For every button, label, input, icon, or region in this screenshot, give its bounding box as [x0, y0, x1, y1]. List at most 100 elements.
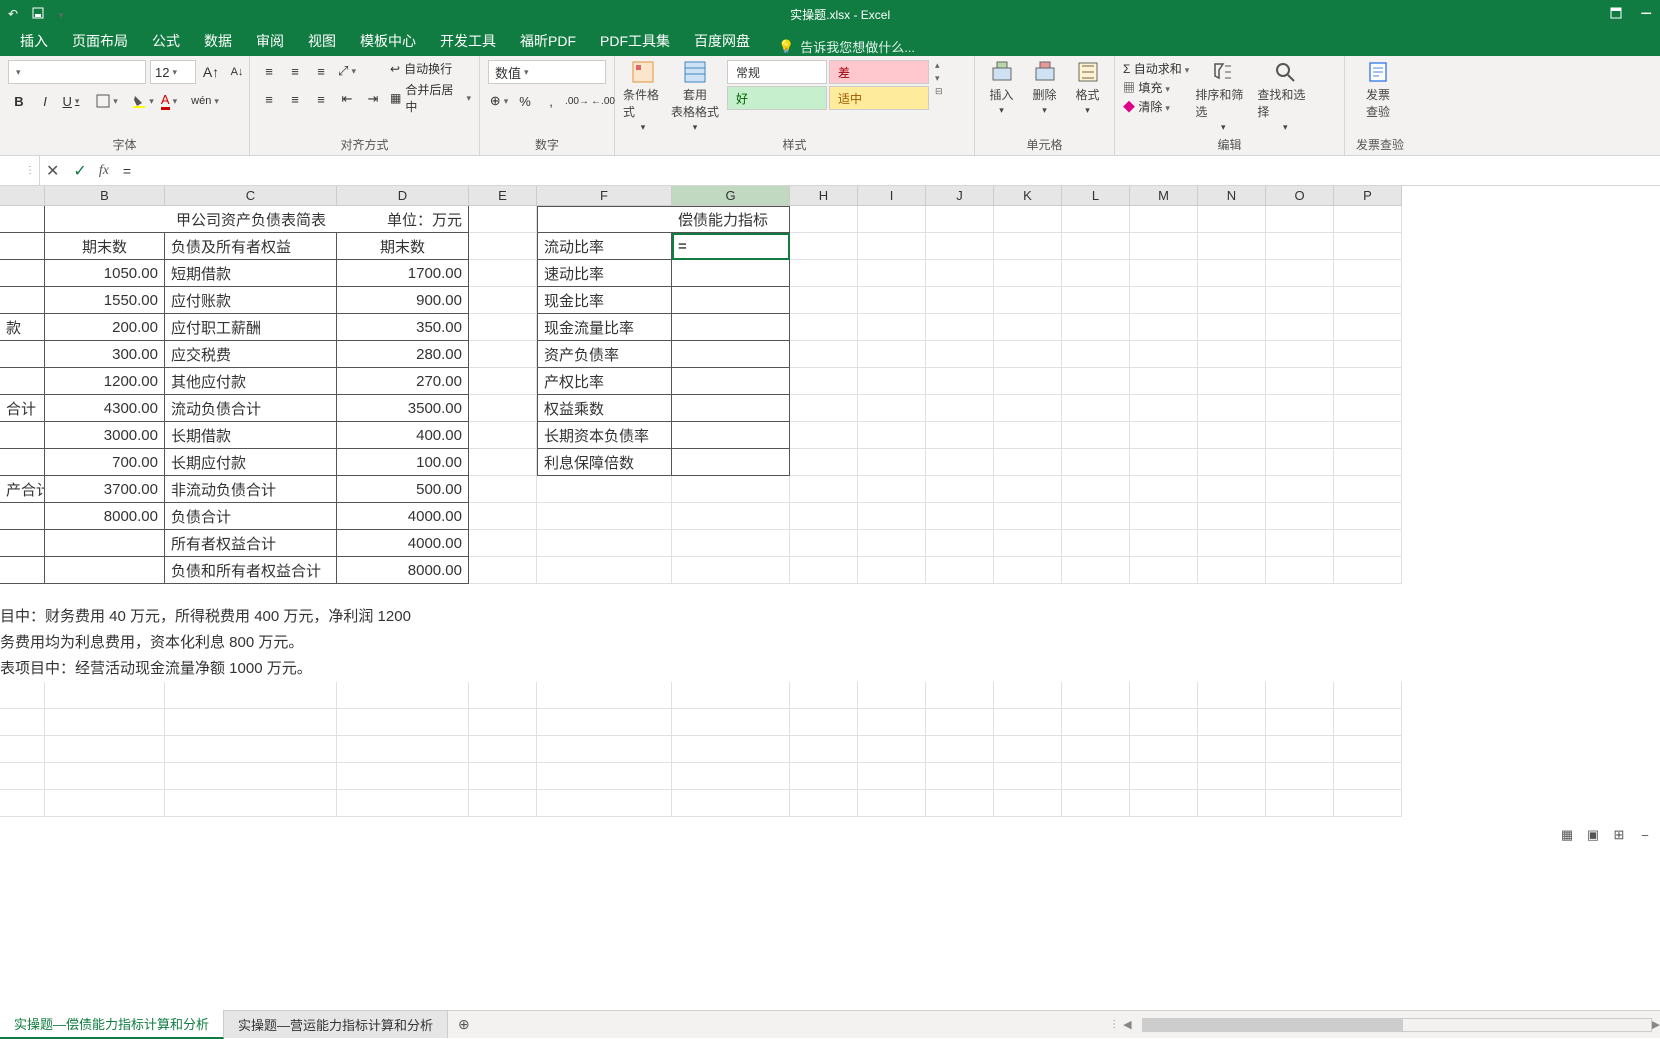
cell[interactable]	[672, 368, 790, 395]
cell[interactable]	[537, 503, 672, 530]
cell[interactable]	[45, 790, 165, 817]
cell[interactable]	[672, 557, 790, 584]
cell[interactable]	[790, 530, 858, 557]
cell[interactable]	[1130, 395, 1198, 422]
cell[interactable]	[1334, 503, 1402, 530]
cell[interactable]: 1200.00	[45, 368, 165, 395]
cell[interactable]: 700.00	[45, 449, 165, 476]
phonetic-button[interactable]: wén	[194, 90, 216, 112]
align-top-icon[interactable]: ≡	[258, 60, 280, 82]
insert-cells-button[interactable]: 插入▾	[983, 60, 1020, 116]
tab-review[interactable]: 审阅	[244, 26, 296, 56]
cell[interactable]	[1266, 368, 1334, 395]
cell[interactable]	[1334, 449, 1402, 476]
col-hdr-G[interactable]: G	[672, 186, 790, 206]
find-select-button[interactable]: 查找和选择▾	[1257, 60, 1313, 133]
cell[interactable]	[0, 530, 45, 557]
cell[interactable]	[537, 530, 672, 557]
cell[interactable]: 产权比率	[537, 368, 672, 395]
col-hdr-M[interactable]: M	[1130, 186, 1198, 206]
cell[interactable]	[0, 709, 45, 736]
cell[interactable]: 200.00	[45, 314, 165, 341]
cell[interactable]: 应付账款	[165, 287, 337, 314]
cell[interactable]	[994, 736, 1062, 763]
cell[interactable]	[1334, 422, 1402, 449]
cell[interactable]: 非流动负债合计	[165, 476, 337, 503]
cell[interactable]	[165, 790, 337, 817]
cell[interactable]	[926, 395, 994, 422]
underline-button[interactable]: U	[60, 90, 82, 112]
tab-foxit[interactable]: 福昕PDF	[508, 26, 588, 56]
cell[interactable]	[994, 790, 1062, 817]
cell[interactable]	[790, 503, 858, 530]
name-box-dropdown-icon[interactable]: ⋮	[25, 165, 35, 176]
gallery-more-icon[interactable]: ⊟	[935, 86, 943, 97]
cell[interactable]	[537, 206, 672, 233]
cell[interactable]: 速动比率	[537, 260, 672, 287]
cell[interactable]	[790, 790, 858, 817]
style-good[interactable]: 好	[727, 86, 827, 110]
cell[interactable]	[1266, 314, 1334, 341]
hscroll-right-icon[interactable]: ▶	[1652, 1018, 1660, 1031]
cell[interactable]	[1198, 314, 1266, 341]
cell[interactable]	[1266, 449, 1334, 476]
cell[interactable]	[672, 449, 790, 476]
cell[interactable]	[469, 287, 537, 314]
cell[interactable]	[165, 709, 337, 736]
cell[interactable]: 应付职工薪酬	[165, 314, 337, 341]
cell[interactable]: 3700.00	[45, 476, 165, 503]
cell[interactable]	[926, 557, 994, 584]
cell[interactable]	[858, 503, 926, 530]
hscroll-left-icon[interactable]: ◀	[1123, 1018, 1131, 1031]
cell[interactable]	[1334, 557, 1402, 584]
page-layout-view-icon[interactable]: ▣	[1582, 826, 1604, 844]
cell[interactable]	[469, 557, 537, 584]
cell[interactable]	[672, 287, 790, 314]
cell[interactable]	[1334, 682, 1402, 709]
cell[interactable]	[1130, 341, 1198, 368]
cell[interactable]	[858, 557, 926, 584]
cell[interactable]: 产合计	[0, 476, 45, 503]
col-hdr-E[interactable]: E	[469, 186, 537, 206]
cell[interactable]	[337, 736, 469, 763]
hscroll-thumb[interactable]	[1143, 1019, 1403, 1031]
cell[interactable]	[1062, 530, 1130, 557]
note-line2[interactable]: 务费用均为利息费用，资本化利息 800 万元。	[0, 630, 1660, 656]
cell[interactable]	[790, 557, 858, 584]
bold-button[interactable]: B	[8, 90, 30, 112]
cell[interactable]	[672, 530, 790, 557]
cell[interactable]: 4000.00	[337, 530, 469, 557]
cell[interactable]	[1062, 314, 1130, 341]
style-bad[interactable]: 差	[829, 60, 929, 84]
fill-button[interactable]: ▦ 填充	[1123, 79, 1189, 96]
cell[interactable]: 900.00	[337, 287, 469, 314]
cell[interactable]	[0, 287, 45, 314]
align-middle-icon[interactable]: ≡	[284, 60, 306, 82]
sort-filter-button[interactable]: 排序和筛选▾	[1195, 60, 1251, 133]
undo-icon[interactable]: ↶	[8, 7, 22, 21]
cell[interactable]: 400.00	[337, 422, 469, 449]
cell[interactable]	[0, 503, 45, 530]
cell[interactable]	[1130, 790, 1198, 817]
cell[interactable]	[1334, 206, 1402, 233]
cell[interactable]	[1130, 530, 1198, 557]
cell-unit[interactable]: 单位：万元	[337, 206, 469, 233]
cell[interactable]	[1334, 314, 1402, 341]
number-format-combo[interactable]: 数值	[488, 60, 606, 84]
cell[interactable]: 270.00	[337, 368, 469, 395]
col-hdr-I[interactable]: I	[858, 186, 926, 206]
cell[interactable]	[1130, 449, 1198, 476]
fx-label[interactable]: fx	[93, 156, 115, 185]
cell[interactable]	[1198, 449, 1266, 476]
cell[interactable]	[672, 736, 790, 763]
cell[interactable]	[1062, 368, 1130, 395]
cell[interactable]	[1198, 287, 1266, 314]
cell[interactable]	[1198, 476, 1266, 503]
cell[interactable]	[994, 287, 1062, 314]
cell[interactable]	[469, 422, 537, 449]
cell[interactable]	[165, 736, 337, 763]
cell[interactable]	[858, 395, 926, 422]
cell[interactable]	[1198, 530, 1266, 557]
cell[interactable]	[790, 314, 858, 341]
cell[interactable]	[672, 260, 790, 287]
